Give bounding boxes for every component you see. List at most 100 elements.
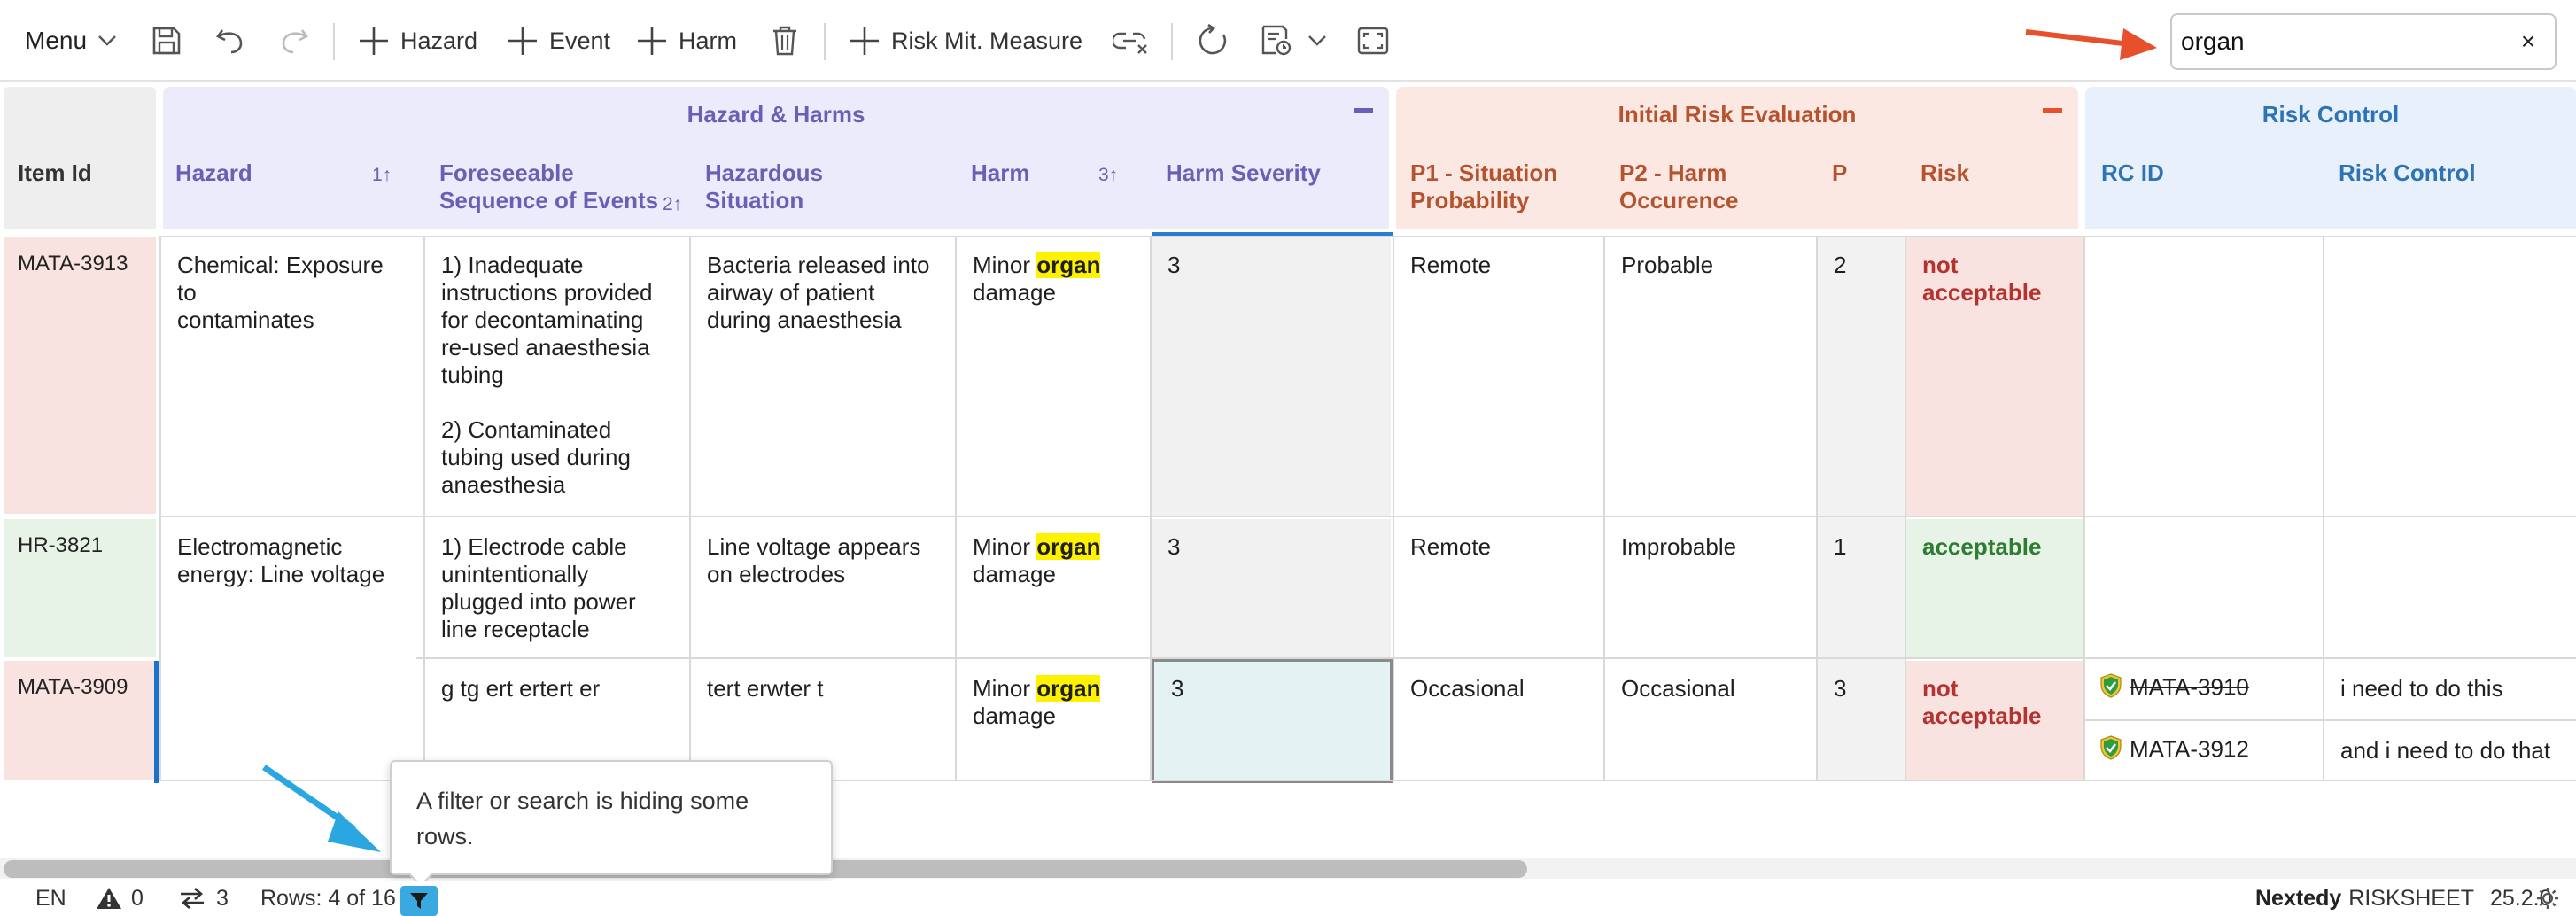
column-label: Foreseeable: [439, 159, 574, 186]
harm-severity-cell[interactable]: 3: [1152, 237, 1391, 293]
rc-id-link[interactable]: MATA-3910: [2130, 673, 2249, 700]
risk-control-cell[interactable]: i need to do this: [2324, 661, 2576, 717]
column-label: P: [1832, 159, 1848, 186]
harm-cell[interactable]: Minor organ damage: [957, 519, 1150, 602]
p-cell[interactable]: 3: [1818, 661, 1905, 717]
column-header-risk-control[interactable]: Risk Control: [2339, 159, 2560, 187]
sort-ascending-icon: 2↑: [663, 194, 683, 214]
filter-tooltip: A filter or search is hiding some rows.: [390, 760, 833, 875]
harm-cell[interactable]: Minor organ damage: [957, 661, 1150, 744]
hazardous-situation-cell[interactable]: Line voltage appears on electrodes: [691, 519, 955, 602]
toolbar-divider: [1171, 23, 1173, 60]
shield-check-icon: [2099, 735, 2122, 766]
column-header-harm[interactable]: Harm 3↑: [971, 159, 1139, 187]
column-header-p[interactable]: P: [1832, 159, 1867, 187]
menu-button[interactable]: Menu: [25, 0, 117, 82]
settings-gear-icon[interactable]: [2535, 881, 2560, 916]
hazardous-situation-cell[interactable]: tert erwter t: [691, 661, 955, 717]
harm-severity-cell[interactable]: 3: [1152, 519, 1391, 575]
plus-icon: [508, 27, 537, 55]
hazard-cell[interactable]: Electromagnetic energy: Line voltage: [161, 519, 423, 602]
column-header-harm-severity[interactable]: Harm Severity: [1166, 159, 1387, 187]
search-input[interactable]: [2172, 15, 2491, 68]
column-header-p2-harm-occurence[interactable]: P2 - Harm Occurence: [1619, 159, 1814, 214]
add-hazard-button[interactable]: Hazard: [358, 0, 477, 82]
grid-line: [1150, 236, 1152, 781]
hazardous-situation-cell[interactable]: Bacteria released into airway of patient…: [691, 237, 955, 348]
item-id-header[interactable]: Item Id: [4, 87, 156, 229]
refresh-icon[interactable]: [1196, 0, 1230, 82]
sequence-cell[interactable]: 1) Electrode cable unintentionally plugg…: [425, 519, 689, 657]
cell-text: damage: [973, 561, 1056, 587]
group-title-initial-risk: Initial Risk Evaluation: [1618, 101, 1857, 128]
column-label: Probability: [1410, 187, 1530, 213]
item-id-link[interactable]: MATA-3909: [4, 661, 154, 713]
item-id-link[interactable]: MATA-3913: [4, 237, 156, 290]
report-button[interactable]: [1260, 0, 1327, 82]
column-label: Risk Control: [2339, 159, 2476, 186]
undo-icon[interactable]: [214, 0, 246, 82]
unlink-icon[interactable]: [1113, 0, 1150, 82]
delete-icon[interactable]: [771, 0, 799, 82]
risk-control-cell[interactable]: and i need to do that: [2324, 723, 2576, 779]
sequence-cell[interactable]: 1) Inadequate instructions provided for …: [425, 237, 689, 513]
redo-icon[interactable]: [278, 0, 310, 82]
brand-name: Nextedy: [2255, 885, 2342, 911]
column-header-risk[interactable]: Risk: [1920, 159, 2062, 187]
warnings-indicator[interactable]: 0: [96, 881, 144, 916]
p2-cell[interactable]: Occasional: [1605, 661, 1816, 717]
harm-severity-cell[interactable]: 3: [1155, 661, 1387, 717]
column-header-rc-id[interactable]: RC ID: [2101, 159, 2278, 187]
language-selector[interactable]: EN: [35, 881, 66, 916]
rc-id-cell[interactable]: MATA-3912: [2085, 723, 2323, 779]
column-header-hazardous-situation[interactable]: Hazardous Situation: [705, 159, 953, 214]
cell-text: Bacteria released into: [707, 252, 930, 278]
rc-id-link[interactable]: MATA-3912: [2130, 735, 2249, 762]
search-box[interactable]: ×: [2170, 13, 2557, 70]
collapse-group-icon[interactable]: [1354, 108, 1373, 113]
status-bar: EN 0 3 Rows: 4 of 16 Nextedy RISKSHEET 2…: [0, 881, 2576, 916]
clear-search-icon[interactable]: ×: [2514, 27, 2542, 56]
cell-text: Electromagnetic: [177, 533, 343, 560]
product-brand: Nextedy RISKSHEET 25.2.0: [2255, 881, 2551, 916]
cell-text: Minor: [973, 675, 1037, 702]
add-risk-mit-label: Risk Mit. Measure: [891, 27, 1083, 54]
p-cell[interactable]: 2: [1818, 237, 1905, 293]
risk-cell[interactable]: not acceptable: [1906, 237, 2083, 321]
save-icon[interactable]: [151, 0, 182, 82]
cell-text: damage: [973, 703, 1056, 729]
cell-text: on electrodes: [707, 561, 846, 587]
p2-cell[interactable]: Improbable: [1605, 519, 1816, 575]
cell-text: Line voltage appears: [707, 533, 921, 560]
cell-text: during anaesthesia: [707, 307, 902, 333]
column-header-hazard[interactable]: Hazard 1↑: [175, 159, 406, 187]
filter-icon: [410, 893, 428, 909]
p1-cell[interactable]: Occasional: [1394, 661, 1603, 717]
p-cell[interactable]: 1: [1818, 519, 1905, 575]
add-event-button[interactable]: Event: [507, 0, 610, 82]
hazard-cell[interactable]: Chemical: Exposure to contaminates: [161, 237, 423, 348]
collapse-group-icon[interactable]: [2043, 108, 2062, 113]
cell-text: unintentionally: [441, 561, 589, 587]
add-risk-mit-measure-button[interactable]: Risk Mit. Measure: [849, 0, 1082, 82]
p1-cell[interactable]: Remote: [1394, 237, 1603, 293]
links-indicator[interactable]: 3: [179, 881, 229, 916]
sort-ascending-icon: 3↑: [1098, 165, 1119, 185]
p1-cell[interactable]: Remote: [1394, 519, 1603, 575]
p2-cell[interactable]: Probable: [1605, 237, 1816, 293]
add-harm-button[interactable]: Harm: [636, 0, 737, 82]
column-header-p1-situation-probability[interactable]: P1 - Situation Probability: [1410, 159, 1614, 214]
risk-cell[interactable]: not acceptable: [1906, 661, 2083, 744]
column-label: P1 - Situation: [1410, 159, 1558, 186]
cell-text: anaesthesia: [441, 471, 566, 498]
sequence-cell[interactable]: g tg ert ertert er: [425, 661, 689, 717]
cell-text: g tg ert ertert er: [441, 675, 601, 702]
annotation-arrow-icon: [262, 765, 381, 852]
harm-cell[interactable]: Minor organ damage: [957, 237, 1150, 321]
risk-cell[interactable]: acceptable: [1906, 519, 2083, 575]
filter-indicator-button[interactable]: [400, 886, 438, 916]
column-header-sequence-of-events[interactable]: Foreseeable Sequence of Events 2↑: [439, 159, 696, 214]
fullscreen-icon[interactable]: [1357, 0, 1389, 82]
rc-id-cell[interactable]: MATA-3910: [2085, 661, 2323, 717]
item-id-link[interactable]: HR-3821: [4, 519, 156, 571]
